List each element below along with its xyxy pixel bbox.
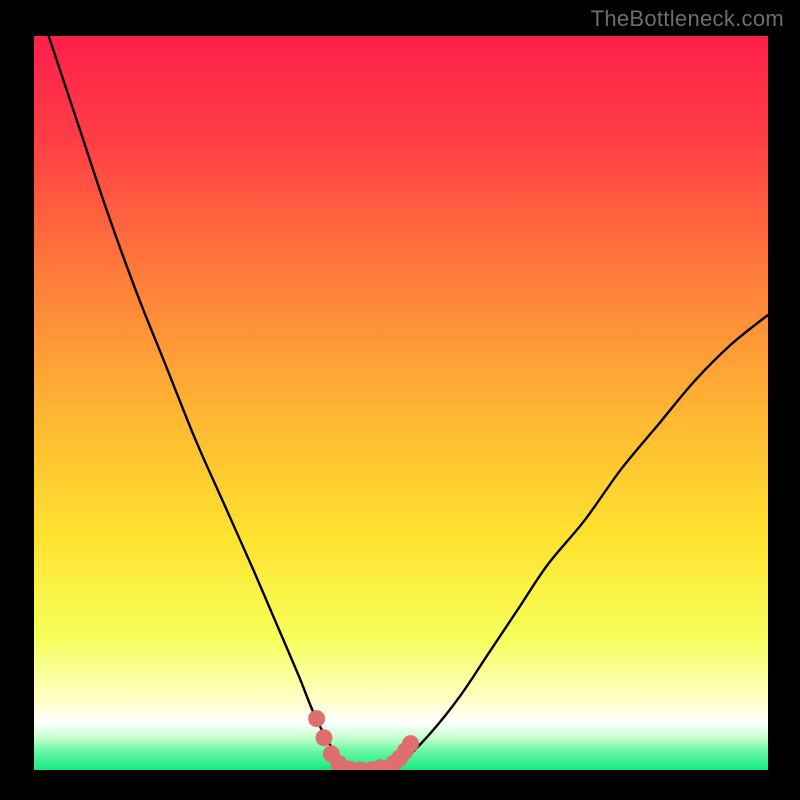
highlight-dot [308,710,325,727]
gradient-background [34,36,768,770]
highlight-dot [402,735,419,752]
outer-frame: TheBottleneck.com [0,0,800,800]
highlight-dot [315,729,332,746]
watermark-text: TheBottleneck.com [591,6,784,32]
bottleneck-chart [0,0,800,800]
